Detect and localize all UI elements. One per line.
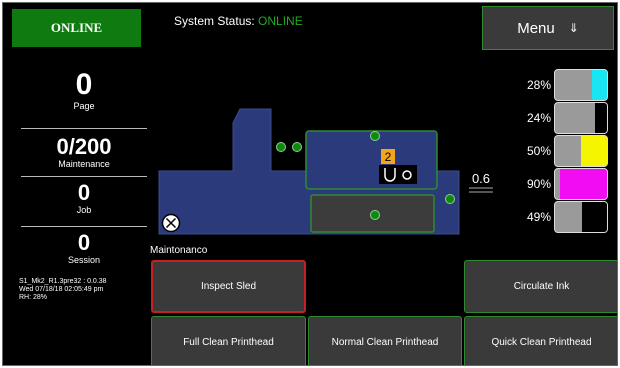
status-led: [292, 142, 302, 152]
ink-cartridge-yellow: 50%: [513, 135, 613, 167]
maintenance-label: Maintonanco: [150, 245, 208, 256]
status-led: [370, 131, 380, 141]
gap-value: 0.6: [472, 171, 490, 186]
printhead-carriage: [305, 130, 438, 190]
ink-cartridge-black: 24%: [513, 102, 613, 134]
circulate-ink-button[interactable]: Circulate Ink: [464, 260, 617, 313]
normal-clean-label: Normal Clean Printhead: [331, 336, 439, 348]
status-led: [445, 194, 455, 204]
ink-percent: 50%: [526, 144, 551, 158]
ink-fill: [594, 103, 607, 133]
ink-level-bar: [554, 168, 608, 200]
quick-clean-label: Quick Clean Printhead: [491, 336, 592, 348]
ink-cartridge-magenta: 90%: [513, 168, 613, 200]
ink-percent: 49%: [526, 210, 551, 224]
printer-panel: ONLINE System Status: ONLINE Menu ⇓ 0 Pa…: [2, 2, 618, 366]
ink-percent: 90%: [526, 177, 551, 191]
ink-percent: 28%: [526, 78, 551, 92]
ink-level-bar: [554, 135, 608, 167]
ink-fill: [581, 202, 607, 232]
ink-cartridge-cyan: 28%: [513, 69, 613, 101]
status-led: [370, 210, 380, 220]
ink-cartridge-black-2: 49%: [513, 201, 613, 233]
full-clean-label: Full Clean Printhead: [183, 336, 274, 348]
quick-clean-printhead-button[interactable]: Quick Clean Printhead: [464, 316, 617, 365]
circulate-ink-label: Circulate Ink: [513, 281, 570, 292]
normal-clean-printhead-button[interactable]: Normal Clean Printhead: [308, 316, 462, 365]
sled-position-value: 2: [385, 150, 392, 164]
full-clean-printhead-button[interactable]: Full Clean Printhead: [151, 316, 306, 365]
ink-fill: [581, 136, 607, 166]
ink-level-bar: [554, 201, 608, 233]
ink-level-bar: [554, 69, 608, 101]
ink-fill: [592, 70, 607, 100]
ink-fill: [560, 169, 607, 199]
status-led: [276, 142, 286, 152]
ink-level-bar: [554, 102, 608, 134]
ink-percent: 24%: [526, 111, 551, 125]
inspect-sled-button[interactable]: Inspect Sled: [151, 260, 306, 313]
inspect-sled-label: Inspect Sled: [200, 281, 257, 292]
